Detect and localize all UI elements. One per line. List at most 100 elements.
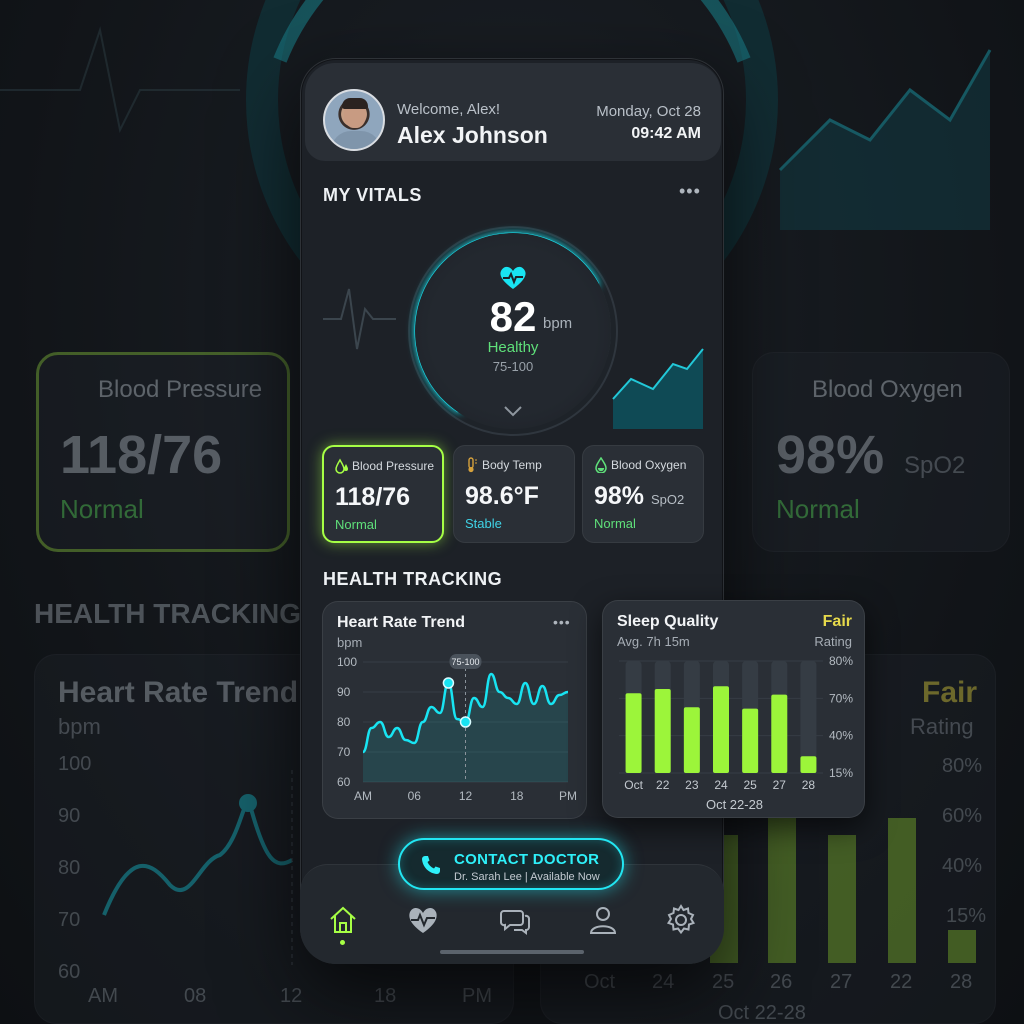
svg-text:26: 26 — [770, 971, 792, 993]
svg-text:18: 18 — [374, 985, 396, 1007]
vitals-more-button[interactable]: ••• — [679, 181, 701, 202]
home-icon[interactable] — [326, 903, 360, 937]
contact-doctor-sub: Dr. Sarah Lee | Available Now — [454, 871, 600, 883]
x-tick-label: 06 — [408, 789, 422, 803]
blood-drop-icon — [335, 458, 348, 474]
vital-status: Normal — [335, 517, 377, 532]
chat-icon[interactable] — [498, 903, 532, 937]
sleep-bar[interactable] — [683, 707, 700, 773]
sleep-bar[interactable] — [654, 689, 671, 773]
y-tick-label: 70 — [337, 745, 351, 759]
highlight-point[interactable] — [442, 677, 455, 689]
heart-rate-gauge[interactable]: 82 bpm Healthy 75-100 — [401, 219, 625, 443]
x-tick-label: 27 — [773, 778, 787, 792]
svg-text:15%: 15% — [946, 905, 986, 927]
x-tick-label: 25 — [743, 778, 757, 792]
vital-card-blood-oxygen[interactable]: Blood Oxygen 98% SpO2 Normal — [582, 445, 704, 543]
vital-label: Blood Pressure — [352, 459, 435, 473]
y-tick-label: 15% — [829, 766, 853, 780]
svg-text:80: 80 — [58, 857, 80, 879]
svg-text:90: 90 — [58, 805, 80, 827]
x-tick-label: PM — [559, 789, 577, 803]
vitals-section-title: MY VITALS — [323, 185, 422, 205]
user-header: Welcome, Alex! Alex Johnson Monday, Oct … — [305, 63, 721, 161]
settings-icon[interactable] — [664, 903, 698, 937]
svg-text:70: 70 — [58, 909, 80, 931]
sleep-bar[interactable] — [625, 693, 642, 773]
svg-text:40%: 40% — [942, 855, 982, 877]
y-tick-label: 80 — [337, 715, 351, 729]
phone-frame: Welcome, Alex! Alex Johnson Monday, Oct … — [300, 58, 724, 964]
svg-text:100: 100 — [58, 753, 91, 775]
svg-text:24: 24 — [652, 971, 674, 993]
sleep-bar[interactable] — [771, 694, 788, 773]
svg-text:PM: PM — [462, 985, 492, 1007]
vital-label: Body Temp — [482, 458, 542, 472]
x-tick-label: 12 — [459, 789, 473, 803]
date-text: Monday, Oct 28 — [596, 103, 701, 120]
heart-rate-value: 82 — [489, 293, 537, 340]
svg-text:AM: AM — [88, 985, 118, 1007]
vital-card-blood-pressure[interactable]: Blood Pressure 118/76 Normal — [322, 445, 444, 543]
oxygen-value: 98% — [594, 482, 645, 510]
svg-text:28: 28 — [950, 971, 972, 993]
oxygen-drop-icon — [595, 457, 607, 473]
x-tick-label: 18 — [510, 789, 524, 803]
heart-rate-unit: bpm — [543, 315, 573, 332]
sleep-quality-chart: 80% 70% 40% 15% Oct 22 23 24 25 27 28 — [619, 654, 853, 792]
sleep-bar[interactable] — [742, 708, 759, 773]
vital-value: 118/76 — [335, 483, 411, 511]
vital-status: Stable — [465, 516, 502, 531]
heart-rate-range: 75-100 — [492, 359, 534, 374]
heart-rate-status: Healthy — [487, 339, 539, 356]
svg-text:60%: 60% — [942, 805, 982, 827]
x-tick-label: 24 — [714, 778, 728, 792]
profile-icon[interactable] — [586, 903, 620, 937]
avatar[interactable] — [323, 89, 385, 151]
heart-rate-trend-chart: 100 90 80 70 60AM 06 12 18 PM 75-100 — [337, 654, 577, 803]
svg-text:Oct: Oct — [584, 971, 616, 993]
svg-text:60: 60 — [58, 961, 80, 983]
heart-pulse-icon[interactable] — [406, 903, 440, 937]
vital-value: 98.6°F — [465, 482, 539, 510]
contact-doctor-button[interactable]: CONTACT DOCTOR Dr. Sarah Lee | Available… — [398, 838, 624, 890]
x-tick-label: 28 — [802, 778, 816, 792]
sleep-bar[interactable] — [800, 756, 817, 773]
svg-text:12: 12 — [280, 985, 302, 1007]
y-tick-label: 70% — [829, 691, 853, 705]
tooltip-text: 75-100 — [451, 657, 479, 667]
svg-text:80%: 80% — [942, 755, 982, 777]
y-tick-label: 60 — [337, 775, 351, 789]
heart-rate-trend-card[interactable]: Heart Rate Trend bpm ••• 100 90 80 70 60 AM 06… — [322, 601, 587, 819]
chevron-down-icon[interactable] — [503, 405, 523, 417]
svg-text:25: 25 — [712, 971, 734, 993]
welcome-text: Welcome, Alex! — [397, 101, 501, 118]
sleep-quality-card[interactable]: Sleep Quality Avg. 7h 15m Fair Rating 80… — [602, 600, 865, 818]
heart-pulse-icon — [500, 266, 526, 289]
x-tick-label: AM — [354, 789, 372, 803]
vital-status: Normal — [594, 516, 636, 531]
x-tick-label: Oct — [624, 778, 643, 792]
vital-card-body-temp[interactable]: Body Temp 98.6°F Stable — [453, 445, 575, 543]
vital-value: 98% SpO2 — [594, 482, 684, 511]
y-tick-label: 90 — [337, 685, 351, 699]
svg-text:27: 27 — [830, 971, 852, 993]
y-tick-label: 100 — [337, 655, 357, 669]
svg-text:08: 08 — [184, 985, 206, 1007]
user-name: Alex Johnson — [397, 122, 548, 148]
oxygen-unit: SpO2 — [651, 492, 685, 507]
y-tick-label: 80% — [829, 654, 853, 668]
contact-doctor-label: CONTACT DOCTOR — [454, 851, 600, 868]
x-tick-label: 23 — [685, 778, 699, 792]
time-text: 09:42 AM — [631, 125, 701, 142]
y-tick-label: 40% — [829, 729, 853, 743]
sleep-date-range: Oct 22-28 — [705, 797, 764, 812]
x-tick-label: 22 — [656, 778, 670, 792]
tracking-section-title: HEALTH TRACKING — [323, 569, 503, 589]
vital-label: Blood Oxygen — [611, 458, 687, 472]
thermometer-icon — [468, 457, 477, 473]
phone-icon — [422, 856, 440, 874]
svg-text:22: 22 — [890, 971, 912, 993]
highlight-point[interactable] — [459, 716, 472, 728]
sleep-bar[interactable] — [713, 686, 729, 773]
